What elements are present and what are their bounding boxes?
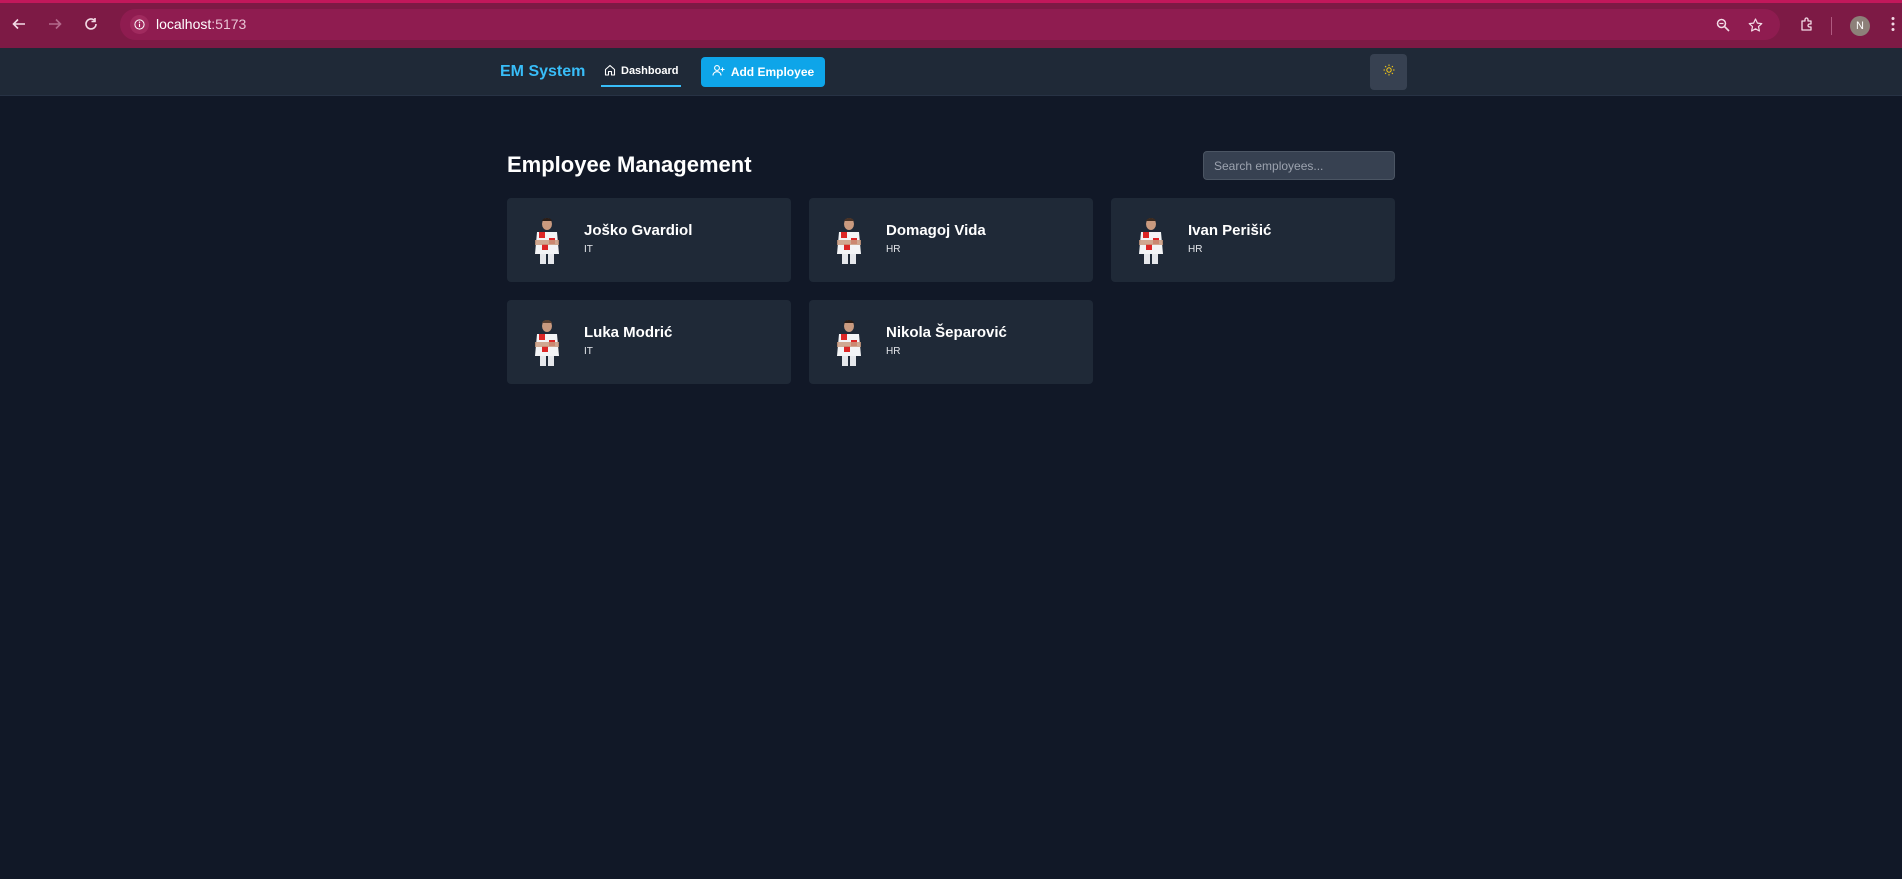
page-title: Employee Management (507, 152, 752, 177)
employee-department: IT (584, 346, 593, 357)
nav-dashboard-link[interactable]: Dashboard (601, 57, 682, 87)
bookmark-star-icon[interactable] (1745, 15, 1765, 35)
employee-card[interactable]: Ivan Perišić HR (1111, 198, 1395, 282)
theme-toggle-button[interactable] (1370, 54, 1407, 90)
employee-photo (1135, 216, 1167, 266)
profile-avatar[interactable]: N (1850, 16, 1870, 36)
add-employee-button[interactable]: Add Employee (701, 57, 825, 87)
browser-toolbar: localhost:5173 N (0, 0, 1902, 48)
url-host: localhost (156, 16, 212, 32)
employee-card[interactable]: Joško Gvardiol IT (507, 198, 791, 282)
employee-department: IT (584, 244, 593, 255)
back-arrow-icon[interactable] (8, 13, 30, 35)
employee-name: Ivan Perišić (1188, 222, 1272, 239)
site-info-icon[interactable] (130, 15, 149, 34)
employee-card[interactable]: Luka Modrić IT (507, 300, 791, 384)
employee-photo (531, 216, 563, 266)
forward-arrow-icon[interactable] (44, 13, 66, 35)
app-navbar: EM System Dashboard Add Employee (0, 48, 1902, 96)
employee-photo (833, 318, 865, 368)
url-port: :5173 (211, 16, 247, 32)
brand-logo-text[interactable]: EM System (500, 63, 585, 81)
employee-name: Domagoj Vida (886, 222, 986, 239)
url-text: localhost:5173 (156, 16, 246, 32)
extensions-puzzle-icon[interactable] (1796, 13, 1818, 35)
kebab-menu-icon[interactable] (1882, 13, 1902, 35)
employee-photo (833, 216, 865, 266)
employee-name: Luka Modrić (584, 324, 673, 341)
search-input[interactable] (1203, 151, 1395, 180)
home-icon (604, 64, 616, 79)
zoom-icon[interactable] (1713, 15, 1733, 35)
employee-name: Nikola Šeparović (886, 324, 1007, 341)
employee-department: HR (886, 244, 901, 255)
toolbar-divider (1831, 17, 1832, 35)
employee-card[interactable]: Domagoj Vida HR (809, 198, 1093, 282)
user-plus-icon (712, 64, 725, 80)
employee-card[interactable]: Nikola Šeparović HR (809, 300, 1093, 384)
employee-department: HR (1188, 244, 1203, 255)
employee-department: HR (886, 346, 901, 357)
employee-photo (531, 318, 563, 368)
add-employee-label: Add Employee (730, 65, 815, 79)
nav-dashboard-label: Dashboard (621, 65, 679, 77)
reload-icon[interactable] (80, 13, 102, 35)
address-bar[interactable]: localhost:5173 (120, 9, 1780, 40)
employee-name: Joško Gvardiol (584, 222, 693, 239)
sun-icon (1383, 63, 1395, 81)
